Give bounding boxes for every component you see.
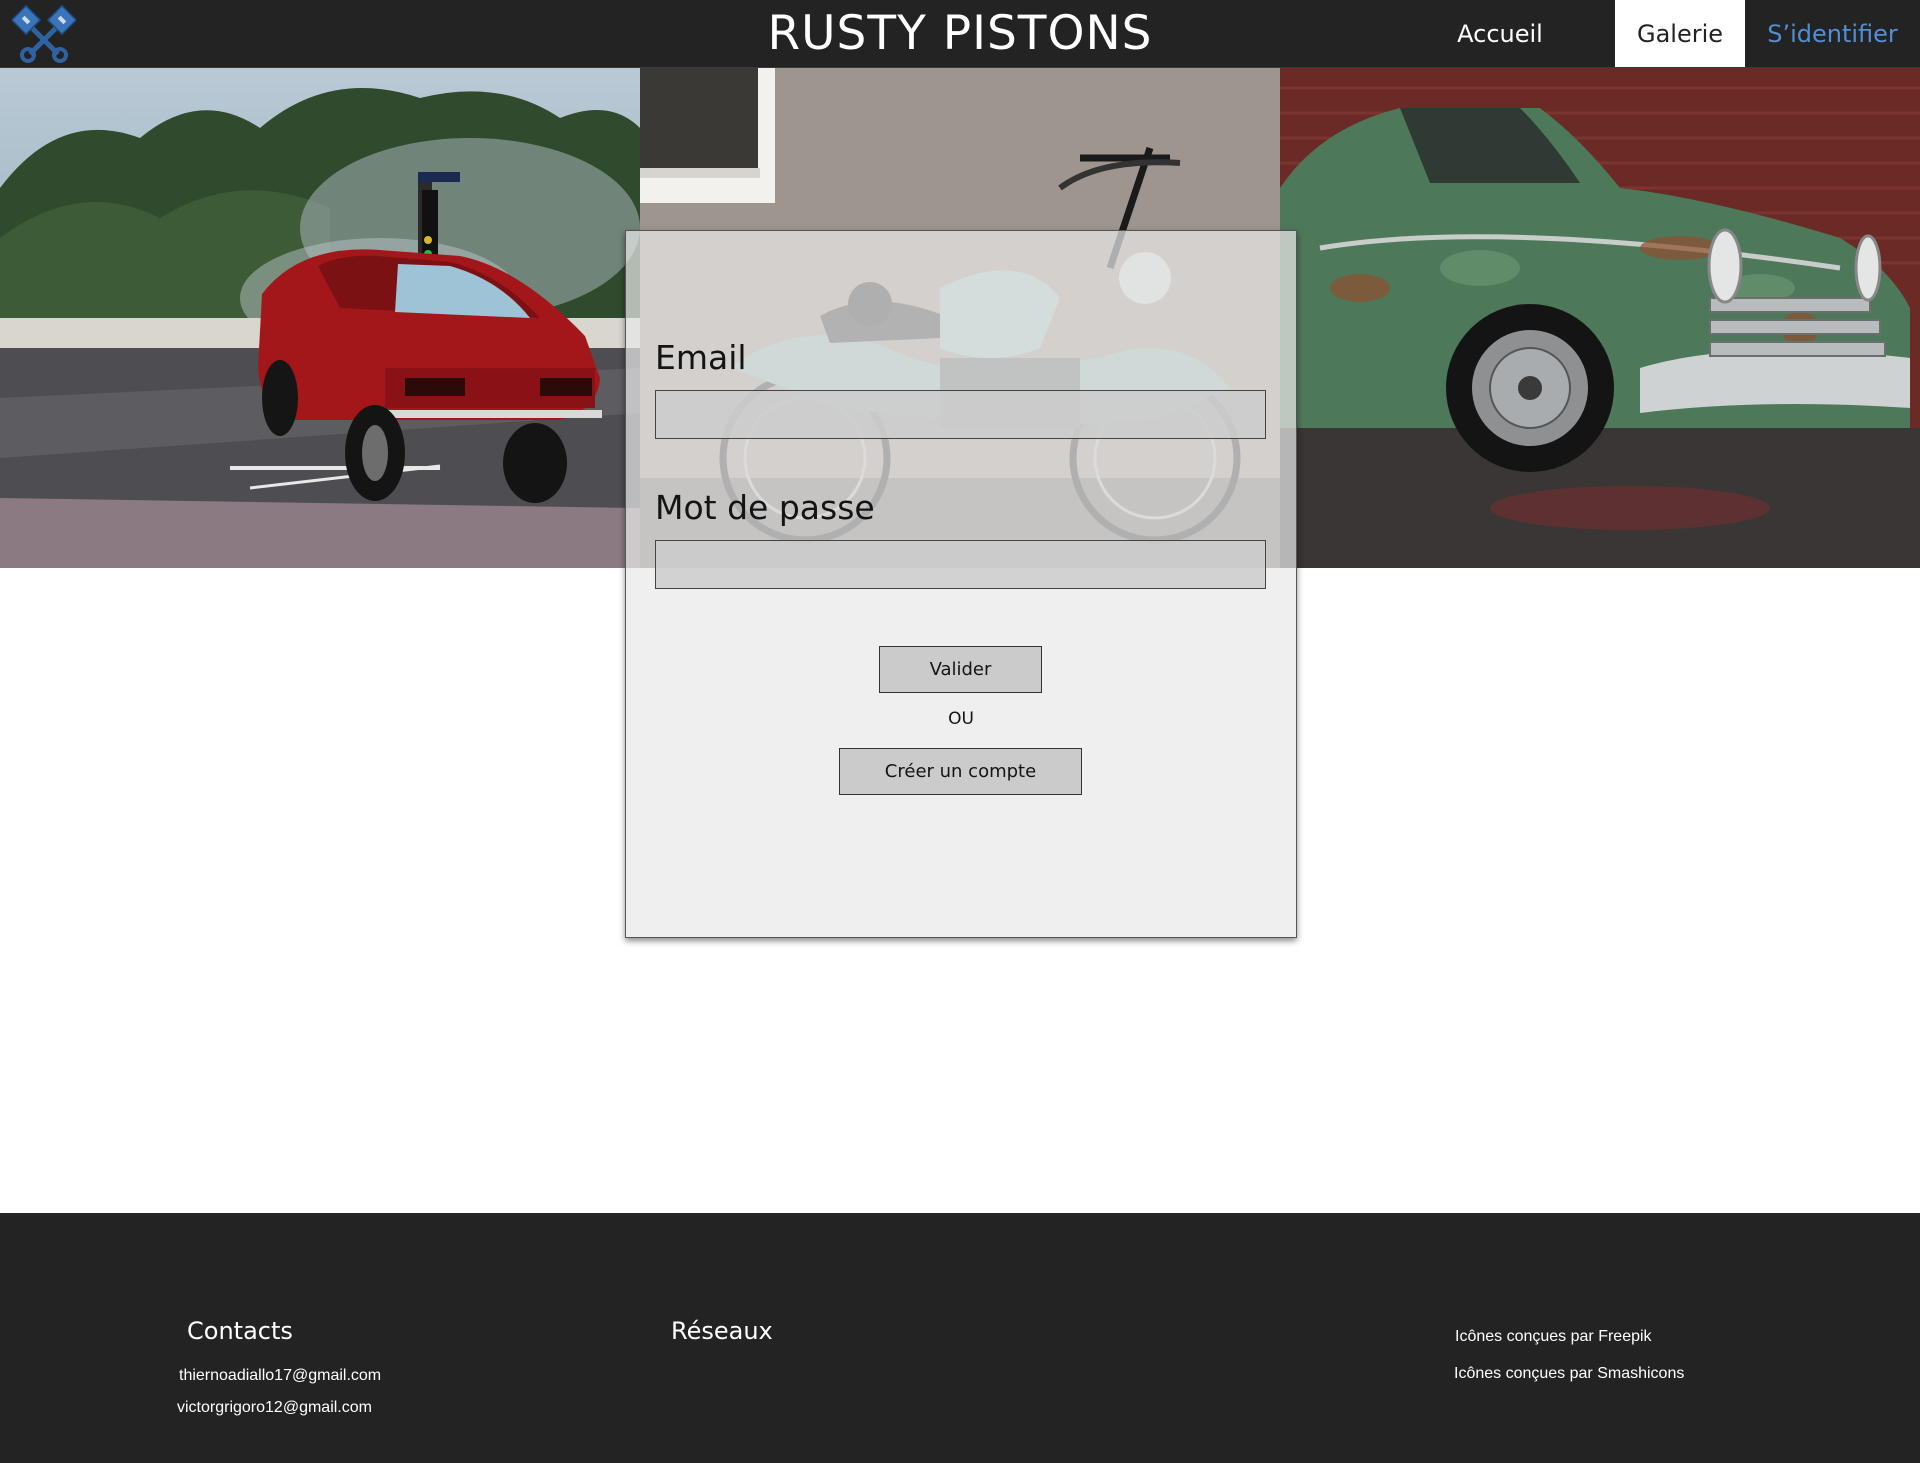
password-field[interactable] <box>655 540 1266 589</box>
main-nav: Accueil Galerie S’identifier <box>1435 0 1920 67</box>
hero-image-rusty-car <box>1280 68 1920 568</box>
password-label: Mot de passe <box>655 488 875 527</box>
contacts-heading: Contacts <box>187 1317 293 1345</box>
contact-email-link[interactable]: thiernoadiallo17@gmail.com <box>179 1367 381 1385</box>
email-label: Email <box>655 338 747 377</box>
nav-home-link[interactable]: Accueil <box>1435 0 1565 67</box>
icon-credit-freepik[interactable]: Icônes conçues par Freepik <box>1455 1328 1652 1346</box>
contact-email-link[interactable]: victorgrigoro12@gmail.com <box>177 1399 372 1417</box>
top-header: RUSTY PISTONS Accueil Galerie S’identifi… <box>0 0 1920 68</box>
nav-login-link[interactable]: S’identifier <box>1745 0 1920 67</box>
email-field[interactable] <box>655 390 1266 439</box>
hero-image-drag-car <box>0 68 640 568</box>
or-separator: OU <box>948 709 974 729</box>
page-footer: Contacts thiernoadiallo17@gmail.com vict… <box>0 1213 1920 1463</box>
create-account-button[interactable]: Créer un compte <box>839 748 1082 795</box>
nav-gallery-tab[interactable]: Galerie <box>1615 0 1745 67</box>
icon-credit-smashicons[interactable]: Icônes conçues par Smashicons <box>1454 1365 1684 1383</box>
submit-button[interactable]: Valider <box>879 646 1042 693</box>
login-card: Email Mot de passe Valider OU Créer un c… <box>625 230 1297 938</box>
networks-heading: Réseaux <box>671 1317 773 1345</box>
